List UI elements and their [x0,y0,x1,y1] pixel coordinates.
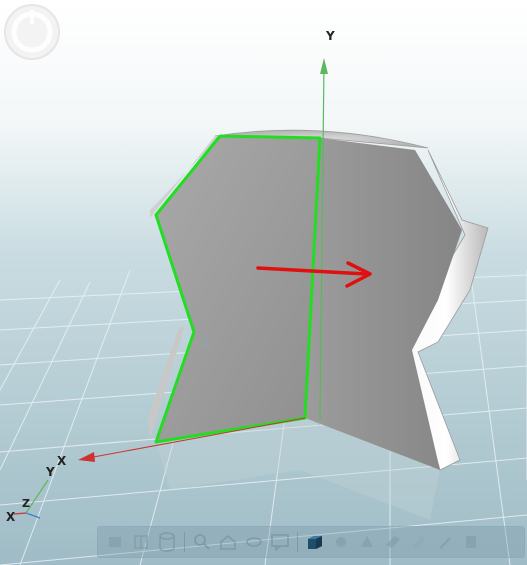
triad-y-label: Y [45,465,55,479]
viewcube-compass[interactable] [4,4,60,60]
pen-icon[interactable] [434,531,456,553]
settings-icon[interactable] [460,531,482,553]
3d-viewport[interactable]: Y Z X Y Z X [0,0,527,565]
comment-icon[interactable] [269,531,291,553]
z-axis-label: Z [202,336,210,350]
orbit-icon[interactable] [243,531,265,553]
toolbar-separator [184,532,185,552]
y-axis-label: Y [325,29,335,43]
split-icon[interactable] [130,531,152,553]
section-icon[interactable] [382,531,404,553]
explode-icon[interactable] [356,531,378,553]
layers-icon[interactable] [104,531,126,553]
measure-icon[interactable] [330,531,352,553]
x-axis-label: X [57,454,67,468]
markup-icon[interactable] [408,531,430,553]
triad-z-label: Z [22,497,30,510]
bottom-toolbar [97,526,525,558]
home-icon[interactable] [217,531,239,553]
zoom-icon[interactable] [191,531,213,553]
cylinder-icon[interactable] [156,531,178,553]
triad-x-label: X [6,510,16,524]
scene-canvas[interactable]: Y Z X Y Z X [0,0,527,565]
toolbar-separator [297,532,298,552]
solid-box-icon[interactable] [304,531,326,553]
